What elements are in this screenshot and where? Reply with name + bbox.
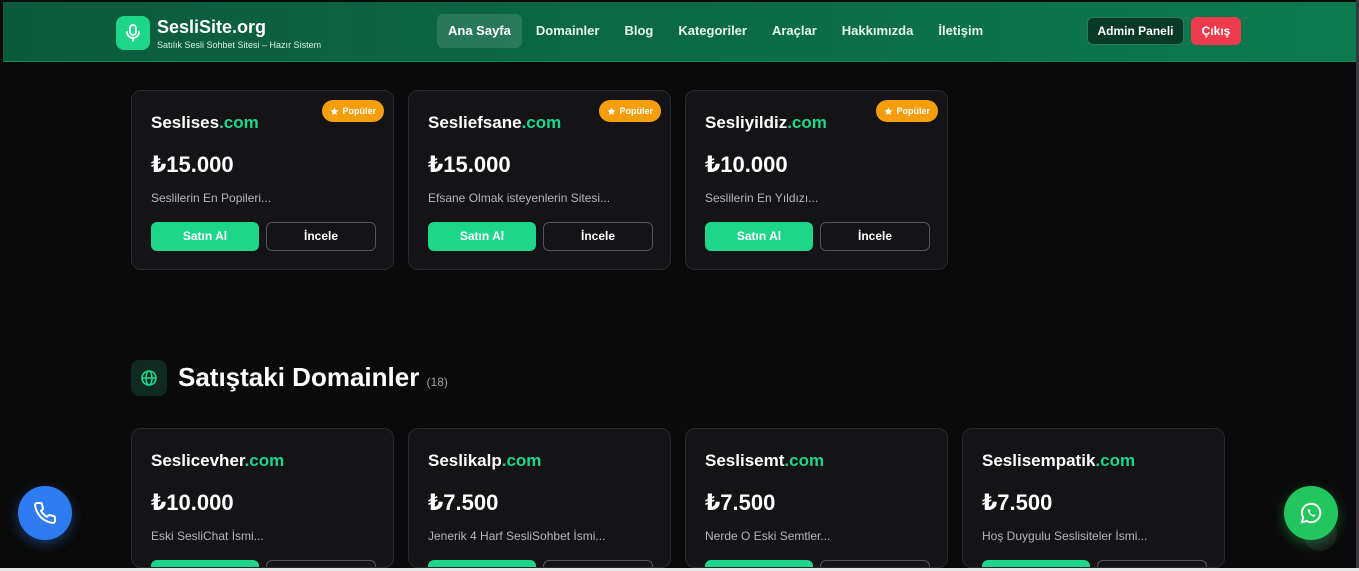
domain-base: Seslises [151, 113, 220, 132]
domain-name[interactable]: Seslikalp.com [428, 451, 541, 471]
phone-button[interactable] [18, 486, 72, 540]
buy-button[interactable] [705, 560, 813, 567]
view-button[interactable] [543, 560, 653, 567]
domain-name[interactable]: Sesliyildiz.com [705, 113, 827, 133]
buy-button[interactable]: Satın Al [705, 222, 813, 251]
domain-tld: .com [219, 113, 259, 132]
domain-price: ₺15.000 [151, 152, 234, 177]
star-icon [608, 106, 616, 115]
nav-iletisim[interactable]: İletişim [927, 14, 994, 48]
domain-price: ₺15.000 [428, 152, 511, 177]
badge-label: Popüler [896, 106, 930, 116]
domain-base: Sesliefsane [428, 113, 522, 132]
popular-badge: Popüler [876, 100, 938, 122]
whatsapp-button[interactable] [1284, 486, 1338, 540]
section-count: (18) [426, 375, 448, 389]
badge-label: Popüler [342, 106, 376, 116]
domain-base: Seslisempatik [982, 451, 1096, 470]
nav-hakkimizda[interactable]: Hakkımızda [831, 14, 925, 48]
domain-card: Popüler Sesliyildiz.com ₺10.000 Sesliler… [685, 90, 948, 270]
view-button[interactable] [1097, 560, 1207, 567]
view-button[interactable] [820, 560, 930, 567]
domain-card: Seslicevher.com ₺10.000 Eski SesliChat İ… [131, 428, 394, 568]
domain-description: Efsane Olmak isteyenlerin Sitesi... [428, 191, 611, 205]
domain-description: Nerde O Eski Semtler... [705, 529, 831, 543]
domain-card: Seslisemt.com ₺7.500 Nerde O Eski Semtle… [685, 428, 948, 568]
domain-description: Seslilerin En Yıldızı... [705, 191, 819, 205]
domain-tld: .com [521, 113, 562, 132]
domain-name[interactable]: Seslicevher.com [151, 451, 284, 471]
domain-base: Seslisemt [705, 451, 785, 470]
globe-icon [131, 360, 167, 396]
section-title-text: Satıştaki Domainler [178, 362, 420, 392]
buy-button[interactable] [982, 560, 1090, 567]
domain-tld: .com [244, 451, 285, 470]
domain-price: ₺10.000 [705, 152, 788, 177]
microphone-icon [116, 16, 150, 50]
domain-price: ₺7.500 [982, 490, 1053, 515]
phone-icon [34, 501, 57, 524]
view-button[interactable]: İncele [820, 222, 930, 251]
nav-kategoriler[interactable]: Kategoriler [667, 14, 758, 48]
nav-araclar[interactable]: Araçlar [761, 14, 828, 48]
nav-domainler[interactable]: Domainler [525, 14, 611, 48]
domain-description: Seslilerin En Popileri... [151, 191, 272, 205]
admin-panel-button[interactable]: Admin Paneli [1087, 17, 1184, 45]
view-button[interactable]: İncele [543, 222, 653, 251]
whatsapp-icon [1300, 502, 1322, 524]
popular-badge: Popüler [599, 100, 661, 122]
domain-base: Seslikalp [428, 451, 502, 470]
popular-badge: Popüler [322, 100, 384, 122]
domain-description: Eski SesliChat İsmi... [151, 529, 264, 543]
brand-subtitle: Satılık Sesli Sohbet Sitesi – Hazır Sist… [157, 39, 322, 50]
view-button[interactable]: İncele [266, 222, 376, 251]
domain-card: Seslisempatik.com ₺7.500 Hoş Duygulu Ses… [962, 428, 1225, 568]
domain-card: Seslikalp.com ₺7.500 Jenerik 4 Harf Sesl… [408, 428, 671, 568]
badge-label: Popüler [619, 106, 653, 116]
domain-name[interactable]: Seslisemt.com [705, 451, 824, 471]
buy-button[interactable]: Satın Al [428, 222, 536, 251]
buy-button[interactable] [428, 560, 536, 567]
domain-tld: .com [1095, 451, 1136, 470]
domain-description: Hoş Duygulu Seslisiteler İsmi... [982, 529, 1148, 543]
domain-description: Jenerik 4 Harf SesliSohbet İsmi... [428, 529, 606, 543]
nav-blog[interactable]: Blog [613, 14, 664, 48]
top-navbar: SesliSite.org Satılık Sesli Sohbet Sites… [3, 2, 1356, 62]
domain-base: Sesliyildiz [705, 113, 788, 132]
domain-base: Seslicevher [151, 451, 245, 470]
section-title: Satıştaki Domainler (18) [178, 362, 448, 393]
domain-tld: .com [784, 451, 825, 470]
brand[interactable]: SesliSite.org Satılık Sesli Sohbet Sites… [116, 16, 321, 50]
brand-title: SesliSite.org [157, 16, 267, 37]
domain-tld: .com [787, 113, 827, 132]
star-icon [331, 106, 339, 115]
domain-card: Popüler Seslises.com ₺15.000 Seslilerin … [131, 90, 394, 270]
domain-name[interactable]: Sesliefsane.com [428, 113, 561, 133]
domain-price: ₺7.500 [428, 490, 499, 515]
main-nav: Ana Sayfa Domainler Blog Kategoriler Ara… [437, 14, 997, 48]
domain-price: ₺7.500 [705, 490, 776, 515]
domain-price: ₺10.000 [151, 490, 234, 515]
logout-button[interactable]: Çıkış [1191, 17, 1241, 45]
domain-name[interactable]: Seslisempatik.com [982, 451, 1135, 471]
domain-card: Popüler Sesliefsane.com ₺15.000 Efsane O… [408, 90, 671, 270]
star-icon [885, 106, 893, 115]
buy-button[interactable] [151, 560, 259, 567]
domain-tld: .com [501, 451, 542, 470]
buy-button[interactable]: Satın Al [151, 222, 259, 251]
view-button[interactable] [266, 560, 376, 567]
nav-ana-sayfa[interactable]: Ana Sayfa [437, 14, 522, 48]
domain-name[interactable]: Seslises.com [151, 113, 259, 133]
